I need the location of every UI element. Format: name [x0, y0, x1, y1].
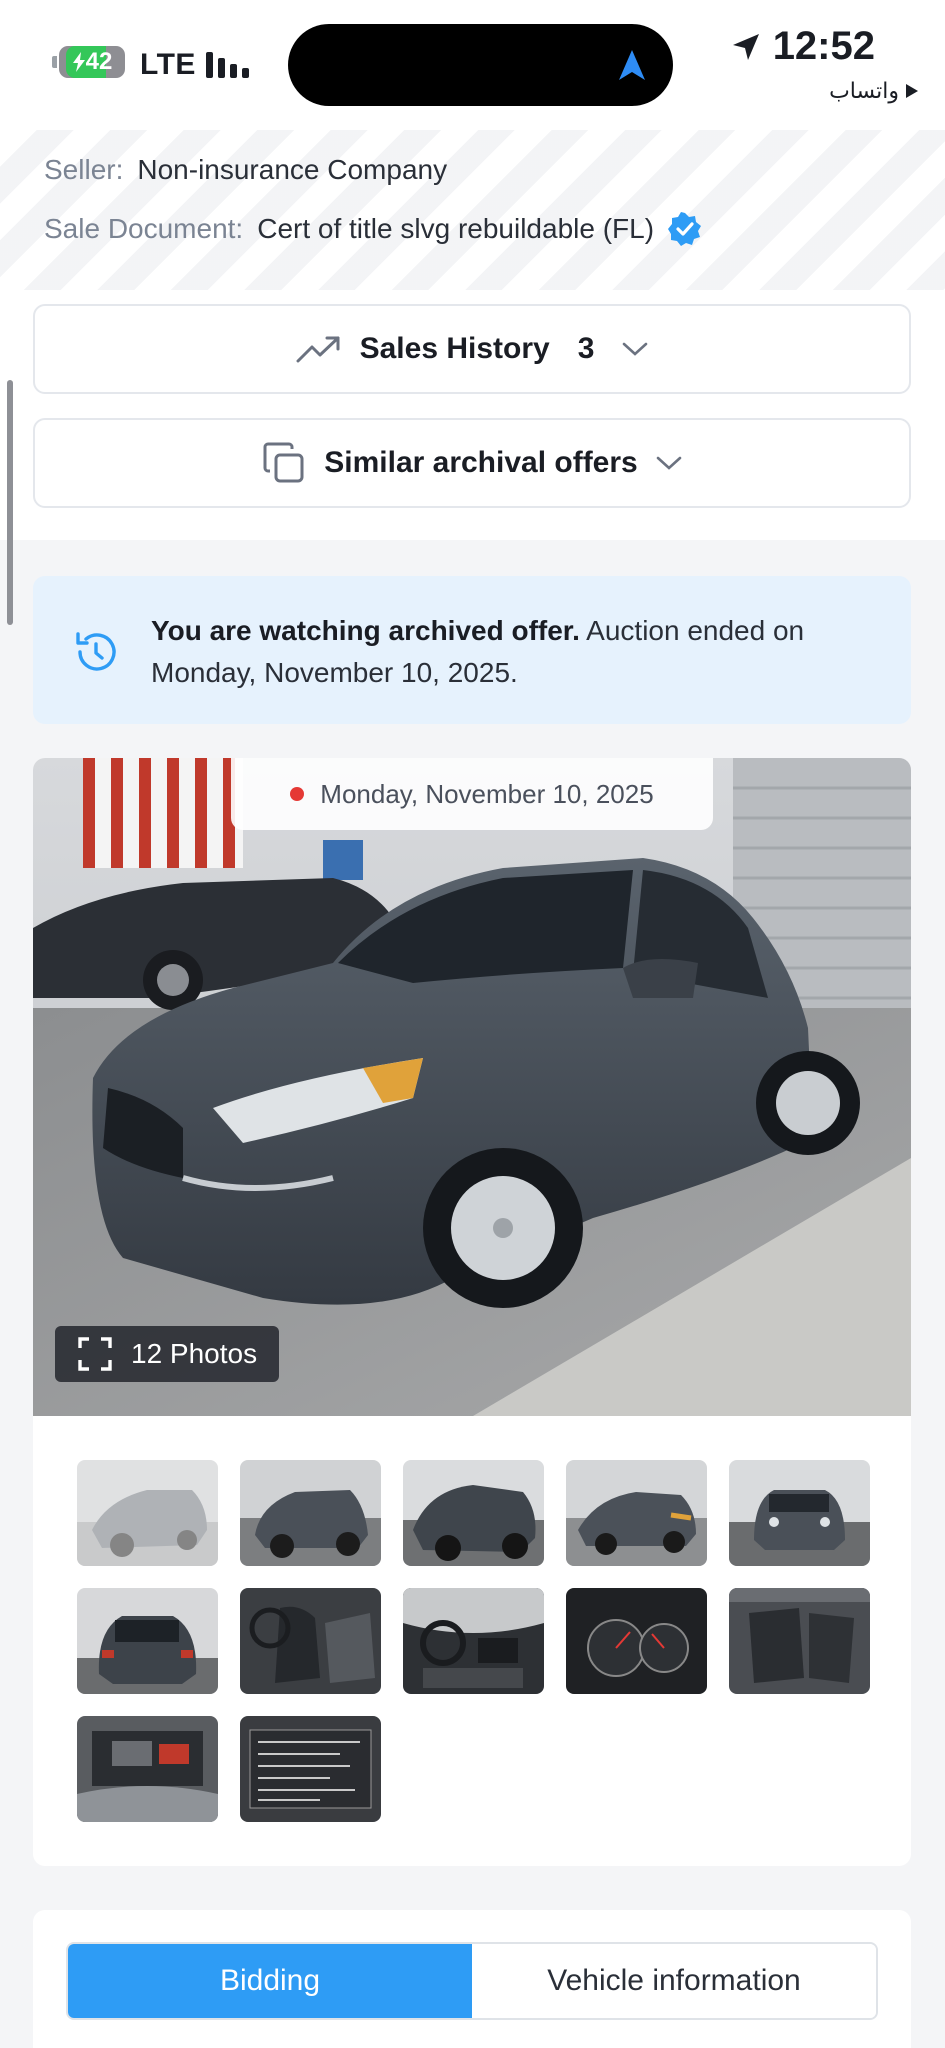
thumb-image [403, 1460, 544, 1566]
auction-date-pill: Monday, November 10, 2025 [231, 758, 713, 830]
thumb-image [77, 1588, 218, 1694]
fullscreen-icon [78, 1337, 112, 1371]
thumb-image [77, 1716, 218, 1822]
thumb-image [566, 1588, 707, 1694]
fullscreen-photos-button[interactable]: 12 Photos [55, 1326, 280, 1382]
seller-row: Seller: Non-insurance Company [44, 154, 447, 186]
battery-percent: 42 [85, 48, 113, 75]
thumb-driver-seat[interactable] [240, 1588, 381, 1694]
battery-body: 42 [59, 46, 125, 78]
network-type: LTE [140, 48, 196, 81]
thumb-front[interactable] [729, 1460, 870, 1566]
thumb-vin-label[interactable] [240, 1716, 381, 1822]
auction-date: Monday, November 10, 2025 [320, 778, 654, 809]
archived-notice-text: You are watching archived offer. Auction… [151, 610, 851, 694]
chevron-down-icon [656, 456, 682, 470]
thumb-image [729, 1588, 870, 1694]
chevron-down-icon [623, 342, 648, 356]
verified-badge-icon [668, 212, 702, 246]
similar-offers-label: Similar archival offers [324, 446, 638, 479]
seller-label: Seller: [44, 154, 124, 185]
thumb-front-right[interactable] [566, 1460, 707, 1566]
navigation-arrow-icon [619, 50, 645, 80]
sale-document-row: Sale Document: Cert of title slvg rebuil… [44, 212, 702, 246]
vehicle-photo-image [33, 758, 911, 1416]
battery-nub [52, 56, 57, 68]
status-bar: 42 LTE 12:52 واتساب [0, 0, 945, 130]
main-vehicle-photo[interactable]: Monday, November 10, 2025 12 Photos [33, 758, 911, 1416]
thumb-gauges[interactable] [566, 1588, 707, 1694]
status-dot [290, 787, 305, 801]
archived-offer-notice: You are watching archived offer. Auction… [33, 576, 911, 724]
thumb-image [240, 1460, 381, 1566]
trending-up-icon [296, 336, 340, 363]
thumb-front-left[interactable] [77, 1460, 218, 1566]
thumb-image [240, 1588, 381, 1694]
thumb-rear-seats[interactable] [729, 1588, 870, 1694]
battery-level: 42 [72, 48, 113, 76]
copy-icon [263, 442, 304, 483]
history-icon [76, 632, 116, 671]
details-tabs: Bidding Vehicle information [66, 1942, 878, 2020]
thumb-image [77, 1460, 218, 1566]
sales-history-count: 3 [577, 332, 595, 365]
battery-indicator: 42 [52, 46, 125, 78]
thumb-dashboard[interactable] [403, 1588, 544, 1694]
dynamic-island [288, 24, 673, 106]
thumb-engine[interactable] [77, 1716, 218, 1822]
location-arrow-icon [732, 33, 759, 60]
back-triangle-icon [906, 84, 918, 98]
thumb-image [729, 1460, 870, 1566]
seller-value: Non-insurance Company [137, 154, 448, 185]
back-to-app-button[interactable]: واتساب [829, 78, 919, 104]
thumb-rear[interactable] [77, 1588, 218, 1694]
thumb-image [403, 1588, 544, 1694]
thumbnail-grid [77, 1460, 877, 1822]
thumb-rear-left-2[interactable] [403, 1460, 544, 1566]
back-app-label: واتساب [829, 78, 899, 103]
clock-area: 12:52 [731, 24, 875, 69]
sales-history-label: Sales History [359, 332, 550, 365]
photos-count-label: 12 Photos [131, 1338, 258, 1369]
clock-time: 12:52 [772, 24, 875, 68]
tab-vehicle-information[interactable]: Vehicle information [472, 1944, 876, 2018]
sale-document-value: Cert of title slvg rebuildable (FL) [257, 213, 655, 244]
thumb-image [566, 1460, 707, 1566]
details-tabs-card: Bidding Vehicle information [33, 1910, 911, 2048]
sales-history-button[interactable]: Sales History 3 [33, 304, 911, 394]
thumb-rear-left[interactable] [240, 1460, 381, 1566]
tab-bidding[interactable]: Bidding [68, 1944, 472, 2018]
charging-bolt-icon [72, 52, 85, 72]
signal-bars-icon [206, 50, 249, 78]
sale-document-label: Sale Document: [44, 213, 244, 244]
seller-section: Seller: Non-insurance Company Sale Docum… [0, 130, 945, 625]
thumb-image [240, 1716, 381, 1822]
similar-offers-button[interactable]: Similar archival offers [33, 418, 911, 508]
scrollbar-thumb[interactable] [7, 380, 13, 625]
photo-gallery: Monday, November 10, 2025 12 Photos [33, 758, 911, 1866]
archived-notice-bold: You are watching archived offer. [151, 615, 580, 646]
